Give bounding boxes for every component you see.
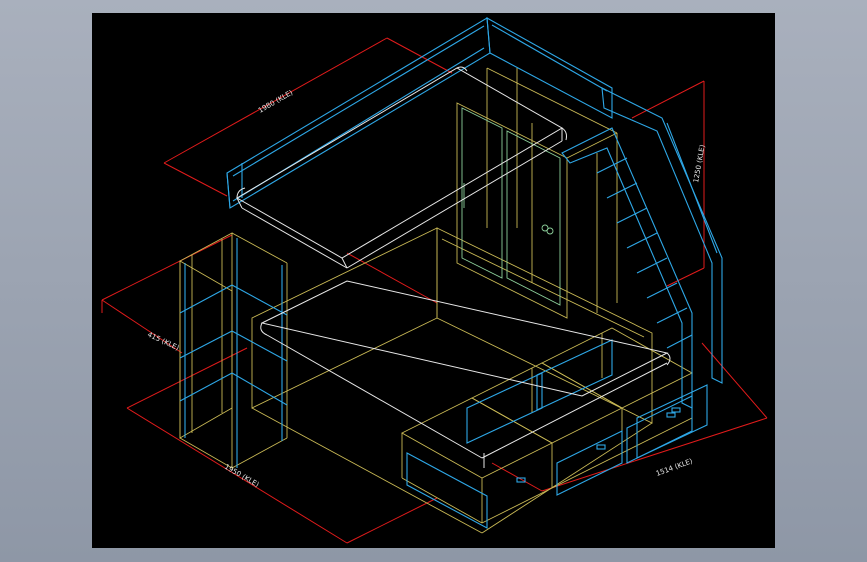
dim-bottom-right: 1514 (KLE) (655, 457, 694, 478)
guard-rails (179, 17, 723, 529)
dim-left-height: 415 (KLE) (146, 331, 180, 353)
lower-frame (179, 67, 693, 534)
bunk-bed-isometric-drawing: 1980 (KLE) 1250 (KLE) 415 (KLE) 1950 (KL… (101, 17, 768, 544)
dim-bottom-left: 1950 (KLE) (223, 463, 261, 489)
cad-viewport[interactable]: 1980 (KLE) 1250 (KLE) 415 (KLE) 1950 (KL… (92, 13, 775, 548)
dim-top-length: 1980 (KLE) (257, 88, 295, 114)
